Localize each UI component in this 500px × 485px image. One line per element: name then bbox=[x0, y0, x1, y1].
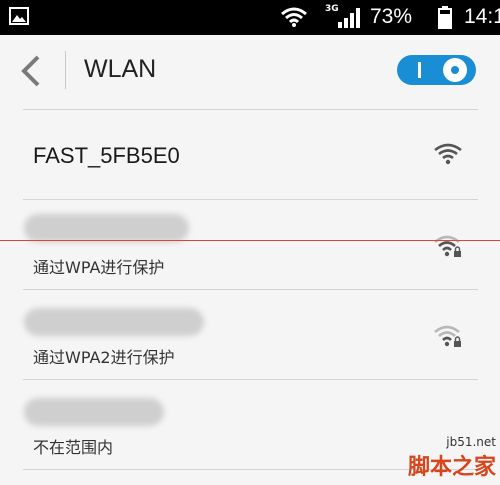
red-guide-line bbox=[0, 240, 500, 241]
watermark: jb51.net 脚本之家 bbox=[408, 435, 496, 481]
network-range-status: 不在范围内 bbox=[33, 438, 114, 457]
watermark-brand: 脚本之家 bbox=[407, 455, 496, 480]
toggle-knob-dot bbox=[451, 66, 459, 74]
status-bar: 3G 73% 14:19 bbox=[0, 0, 500, 35]
battery-percent: 73% bbox=[370, 5, 413, 28]
watermark-url: jb51.net bbox=[446, 435, 496, 449]
wifi-secured-signal-icon bbox=[434, 235, 461, 257]
network-name: FAST_5FB5E0 bbox=[33, 143, 180, 168]
back-arrow-icon[interactable] bbox=[18, 53, 46, 89]
battery-icon bbox=[438, 6, 452, 29]
redacted-network-name bbox=[24, 214, 189, 242]
clock: 14:19 bbox=[464, 5, 500, 28]
header-divider bbox=[65, 51, 66, 89]
redacted-network-name bbox=[24, 398, 164, 426]
wifi-signal-icon bbox=[434, 143, 462, 165]
cell-signal-icon bbox=[338, 8, 360, 28]
action-bar: WLAN bbox=[0, 35, 500, 107]
page-title: WLAN bbox=[84, 55, 157, 83]
wifi-status-icon bbox=[281, 7, 307, 27]
network-item[interactable]: 通过WPA2进行保护 bbox=[0, 290, 500, 379]
image-notification-icon bbox=[9, 7, 29, 25]
network-item[interactable]: 通过WPA进行保护 bbox=[0, 200, 500, 289]
wifi-secured-signal-icon bbox=[434, 325, 461, 347]
wlan-toggle[interactable] bbox=[397, 55, 476, 85]
network-security-status: 通过WPA进行保护 bbox=[33, 258, 165, 277]
network-item[interactable]: FAST_5FB5E0 bbox=[0, 110, 500, 199]
toggle-on-mark bbox=[418, 62, 421, 78]
toggle-knob bbox=[443, 58, 467, 82]
redacted-network-name bbox=[24, 308, 204, 336]
network-security-status: 通过WPA2进行保护 bbox=[33, 348, 175, 367]
